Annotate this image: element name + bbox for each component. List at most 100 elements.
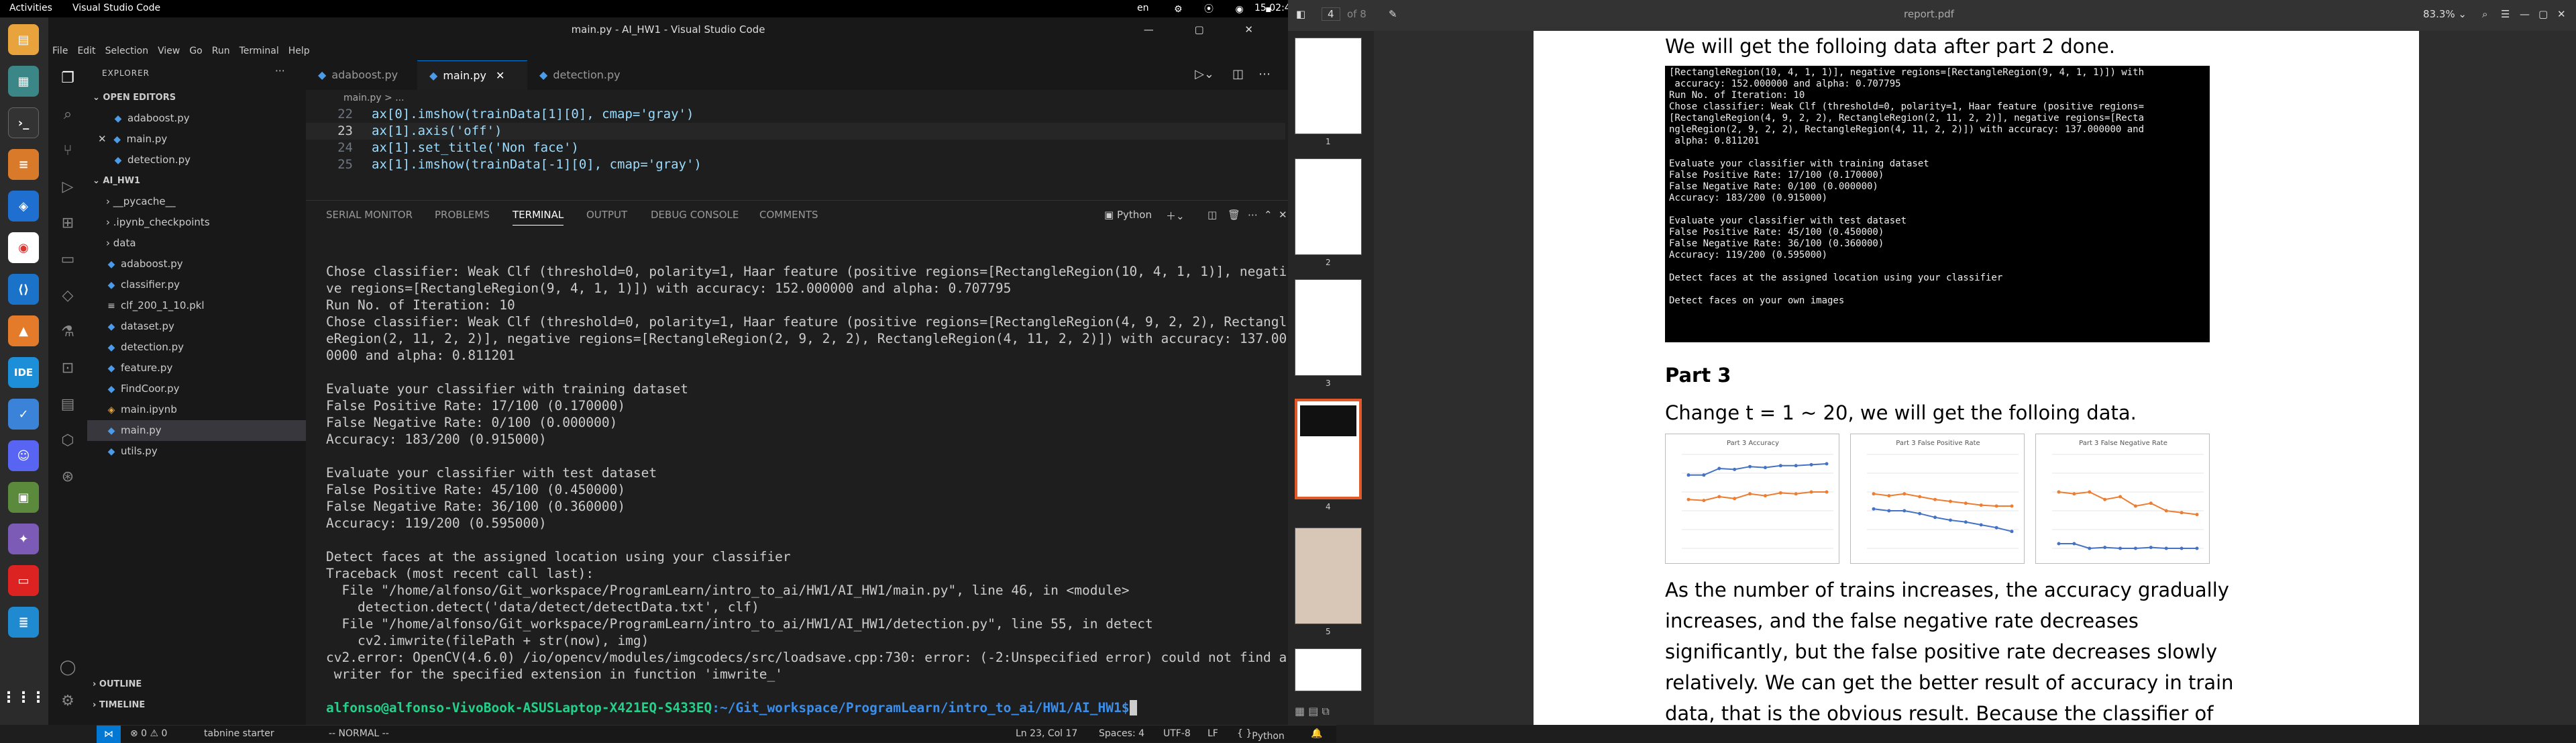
language-mode[interactable]: { } Python (1237, 728, 1285, 742)
run-debug-icon[interactable]: ▷ (58, 177, 78, 197)
page-thumbnail[interactable] (1295, 648, 1362, 691)
close-icon[interactable]: ✕ (2557, 8, 2566, 20)
file-item[interactable]: ◈ main.ipynb (87, 399, 306, 420)
run-python-icon[interactable]: ▷⌄ (1195, 67, 1214, 81)
terminal-python-selector[interactable]: ▣ Python (1104, 209, 1152, 221)
terminal-icon[interactable]: ›_ (8, 107, 39, 138)
tab-detection[interactable]: ◆ detection.py (527, 60, 641, 90)
tab-adaboost[interactable]: ◆ adaboost.py (306, 60, 417, 90)
code-editor[interactable]: 22 ax[0].imshow(trainData[1][0], cmap='gr… (306, 106, 1288, 193)
page-number-input[interactable]: 4 (1322, 7, 1340, 21)
maximize-icon[interactable]: ▢ (2538, 8, 2548, 20)
open-editor-item-active[interactable]: ✕ ◆ main.py (87, 129, 306, 150)
file-item-selected[interactable]: ◆ main.py (87, 420, 306, 441)
minimize-icon[interactable]: — (2520, 8, 2530, 20)
file-item[interactable]: ◆ FindCoor.py (87, 379, 306, 399)
menu-selection[interactable]: Selection (105, 42, 149, 60)
annotate-icon[interactable]: ✎ (1389, 8, 1397, 20)
menu-file[interactable]: File (52, 42, 68, 60)
document-viewer-icon[interactable]: ▭ (8, 565, 39, 596)
tab-main[interactable]: ◆ main.py ✕ (417, 60, 527, 90)
page-thumbnail[interactable] (1295, 279, 1362, 376)
stack-blue-icon[interactable]: ≣ (8, 607, 39, 638)
more-actions-icon[interactable]: ⋯ (275, 64, 285, 77)
search-icon[interactable]: ⌕ (2482, 8, 2487, 20)
tabnine-status[interactable]: tabnine starter (204, 728, 274, 739)
system-monitor-icon[interactable]: ▦ (8, 66, 39, 97)
menu-view[interactable]: View (158, 42, 180, 60)
tab-debug-console[interactable]: DEBUG CONSOLE (651, 209, 739, 221)
close-panel-icon[interactable]: ✕ (1279, 209, 1287, 221)
files-icon[interactable]: ▤ (8, 24, 39, 55)
menu-terminal[interactable]: Terminal (239, 42, 279, 60)
more-actions-icon[interactable]: ⋯ (1258, 67, 1271, 81)
indentation[interactable]: Spaces: 4 (1099, 728, 1144, 739)
window-controls[interactable]: — ▢ ✕ (1144, 17, 1272, 42)
chrome-icon[interactable]: ◉ (8, 232, 39, 263)
search-icon[interactable]: ⌕ (58, 105, 78, 125)
thumbnail-view-icons[interactable]: ▦ ▤ ⧉ (1295, 705, 1330, 718)
sidebar-toggle-icon[interactable]: ◧ (1296, 8, 1305, 20)
matlab-icon[interactable]: ▲ (8, 315, 39, 346)
breadcrumb[interactable]: main.py > ... (306, 90, 1288, 106)
maximize-panel-icon[interactable]: ⌃ (1264, 209, 1273, 221)
app-menu[interactable]: Visual Studio Code (72, 3, 160, 13)
tabnine-icon[interactable]: ◇ (58, 286, 78, 306)
cursor-position[interactable]: Ln 23, Col 17 (1016, 728, 1077, 739)
tab-output[interactable]: OUTPUT (586, 209, 627, 221)
kill-terminal-icon[interactable]: 🗑 (1228, 209, 1240, 221)
new-terminal-icon[interactable]: ＋⌄ (1166, 209, 1185, 223)
tab-terminal[interactable]: TERMINAL (513, 209, 564, 226)
page-thumbnail[interactable] (1295, 158, 1362, 255)
open-editors-section[interactable]: ⌄ OPEN EDITORS (87, 87, 306, 108)
extensions-icon[interactable]: ⊞ (58, 213, 78, 234)
split-editor-icon[interactable]: ◫ (1232, 67, 1244, 81)
file-item[interactable]: ◆ dataset.py (87, 316, 306, 337)
source-control-icon[interactable]: ⑂ (58, 141, 78, 161)
activities-button[interactable]: Activities (9, 3, 52, 13)
remote-icon[interactable]: ⋈ (97, 726, 121, 743)
minecraft-icon[interactable]: ▣ (8, 482, 39, 513)
account-icon[interactable]: ◯ (58, 658, 78, 678)
menu-icon[interactable]: ☰ (2501, 8, 2510, 20)
discord-icon[interactable]: ☺ (8, 440, 39, 471)
timeline-section[interactable]: › TIMELINE (87, 695, 306, 715)
notebook-icon[interactable]: ▤ (58, 395, 78, 415)
serial-monitor-icon[interactable]: ⊡ (58, 358, 78, 379)
split-terminal-icon[interactable]: ◫ (1208, 209, 1217, 221)
page-thumbnail[interactable] (1295, 528, 1362, 624)
page-thumbnail-current[interactable] (1295, 399, 1362, 499)
ide-icon[interactable]: IDE (8, 357, 39, 388)
outline-section[interactable]: › OUTLINE (87, 674, 306, 695)
file-item[interactable]: ◆ detection.py (87, 337, 306, 358)
liveshare-icon[interactable]: ⊛ (58, 467, 78, 487)
menu-help[interactable]: Help (288, 42, 310, 60)
problems-counter[interactable]: ⊗ 0 ⚠ 0 (130, 728, 167, 739)
file-item[interactable]: ◆ feature.py (87, 358, 306, 379)
file-item[interactable]: ◆ classifier.py (87, 275, 306, 295)
menu-edit[interactable]: Edit (77, 42, 95, 60)
page-thumbnail[interactable] (1295, 38, 1362, 134)
explorer-icon[interactable]: ❐ (58, 68, 78, 89)
tab-problems[interactable]: PROBLEMS (435, 209, 490, 221)
vscode-icon[interactable]: ⟨⟩ (8, 274, 39, 305)
open-editor-item[interactable]: ◆ adaboost.py (87, 108, 306, 129)
file-item[interactable]: ◆ utils.py (87, 441, 306, 462)
more-actions-icon[interactable]: ⋯ (1248, 209, 1258, 221)
folder-item[interactable]: › .ipynb_checkpoints (87, 212, 306, 233)
notifications-icon[interactable]: 🔔 (1311, 728, 1322, 739)
project-section[interactable]: ⌄ AI_HW1 (87, 170, 306, 191)
zoom-level[interactable]: 83.3% ⌄ (2423, 8, 2467, 20)
terminal[interactable]: Chose classifier: Weak Clf (threshold=0,… (306, 230, 1288, 725)
stack-icon[interactable]: ≡ (8, 149, 39, 180)
encoding[interactable]: UTF-8 (1163, 728, 1191, 739)
menu-run[interactable]: Run (212, 42, 230, 60)
file-item[interactable]: ≡ clf_200_1_10.pkl (87, 295, 306, 316)
file-item[interactable]: ◆ adaboost.py (87, 254, 306, 275)
game-icon[interactable]: ✦ (8, 524, 39, 554)
folder-item[interactable]: › data (87, 233, 306, 254)
layers-icon[interactable]: ◈ (8, 191, 39, 221)
tab-comments[interactable]: COMMENTS (759, 209, 818, 221)
line-endings[interactable]: LF (1208, 728, 1218, 739)
open-editor-item[interactable]: ◆ detection.py (87, 150, 306, 170)
